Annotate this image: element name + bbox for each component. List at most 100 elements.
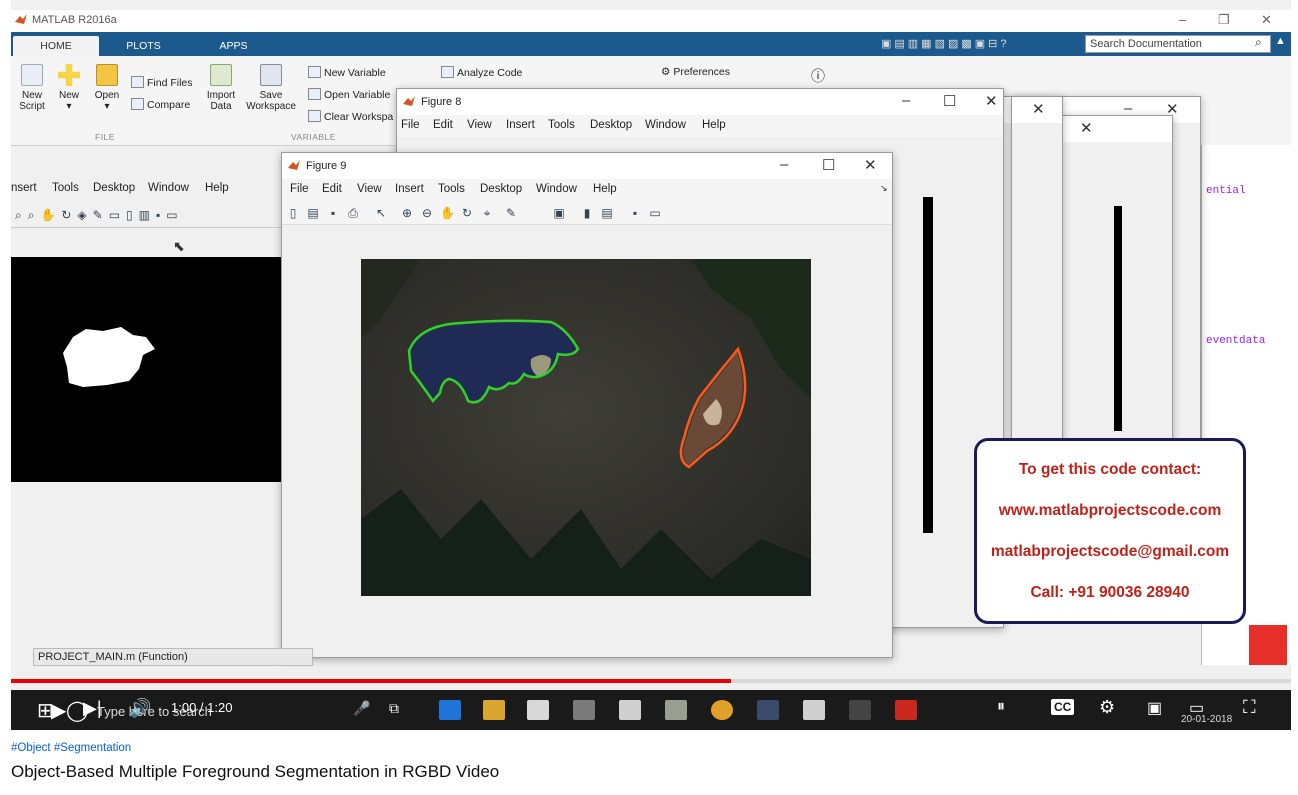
matlab-taskbar-icon[interactable] — [757, 700, 779, 720]
help-icon[interactable]: ⓘ — [811, 66, 825, 86]
import-data-button[interactable]: Import Data — [203, 64, 239, 112]
fullscreen-icon[interactable]: ⛶ — [1243, 697, 1256, 718]
open-button[interactable]: Open ▾ — [93, 64, 121, 112]
k7-icon[interactable] — [849, 700, 871, 720]
volume-icon[interactable]: 🔊 — [129, 698, 151, 719]
print-icon[interactable]: ⎙ — [346, 206, 360, 220]
minimize-icon[interactable]: – — [902, 92, 910, 109]
tab-home[interactable]: HOME — [13, 36, 99, 56]
task-view-icon[interactable]: ⧉ — [389, 700, 399, 717]
new-variable-button[interactable]: New Variable — [308, 66, 386, 79]
menu-view[interactable]: View — [357, 183, 382, 195]
maximize-icon[interactable]: ☐ — [822, 156, 835, 174]
app-icon[interactable] — [665, 700, 687, 720]
video-frame[interactable]: MATLAB R2016a – ❐ ✕ HOME PLOTS APPS ▣▤▥▦… — [11, 0, 1291, 730]
left-figure-toolbar[interactable]: ⌕⌕✋↻◈✎▭▯▥▪▭ — [11, 204, 291, 228]
restore-icon[interactable]: ❐ — [1218, 12, 1230, 28]
link-plot-icon[interactable]: ▣ — [552, 206, 566, 220]
colorbar-icon[interactable]: ▮ — [580, 206, 594, 220]
microphone-icon[interactable]: 🎤 — [353, 700, 370, 717]
search-documentation-input[interactable]: Search Documentation — [1085, 35, 1271, 53]
miniplayer-icon[interactable]: ▣ — [1147, 698, 1162, 718]
find-files-button[interactable]: Find Files — [131, 76, 193, 89]
open-folder-icon[interactable]: ▤ — [306, 206, 320, 220]
menu-edit[interactable]: Edit — [322, 183, 342, 195]
quick-access-toolbar[interactable]: ▣▤▥▦▧▨▩▣⊟? — [881, 37, 1009, 52]
new-script-button[interactable]: New Script — [16, 64, 48, 112]
dock-arrow-icon[interactable]: ↘ — [880, 183, 888, 194]
legend-icon[interactable]: ▤ — [600, 206, 614, 220]
close-icon[interactable]: ✕ — [1032, 100, 1045, 118]
show-plot-tools-icon[interactable]: ▭ — [648, 206, 662, 220]
tab-apps[interactable]: APPS — [201, 36, 266, 56]
clear-workspace-button[interactable]: Clear Workspa — [308, 110, 393, 123]
menu-help[interactable]: Help — [702, 119, 726, 131]
compare-button[interactable]: Compare — [131, 98, 190, 111]
pan-icon[interactable]: ✋ — [440, 206, 455, 220]
figure-window-left[interactable]: nsert Tools Desktop Window Help ⌕⌕✋↻◈✎▭▯… — [11, 152, 291, 572]
menu-insert[interactable]: nsert — [11, 182, 37, 194]
file-explorer-icon[interactable] — [483, 700, 505, 720]
new-button[interactable]: New ▾ — [55, 64, 83, 112]
menu-file[interactable]: File — [290, 183, 309, 195]
app-icon[interactable] — [573, 700, 595, 720]
menu-tools[interactable]: Tools — [548, 119, 575, 131]
subtitles-button[interactable]: CC — [1051, 699, 1075, 715]
play-icon[interactable]: ▶ — [51, 698, 66, 723]
collapse-ribbon-icon[interactable]: ▲ — [1275, 35, 1286, 47]
menu-window[interactable]: Window — [536, 183, 577, 195]
close-icon[interactable]: ✕ — [1080, 119, 1093, 137]
menu-window[interactable]: Window — [645, 119, 686, 131]
edge-icon[interactable] — [439, 700, 461, 720]
search-icon[interactable]: ⌕ — [1255, 35, 1262, 50]
minimize-icon[interactable]: – — [780, 156, 788, 173]
tab-plots[interactable]: PLOTS — [111, 36, 176, 56]
save-icon[interactable]: ▪ — [326, 206, 340, 220]
new-figure-icon[interactable]: ▯ — [286, 206, 300, 220]
figure8-menubar: File Edit View Insert Tools Desktop Wind… — [397, 115, 1003, 137]
menu-help[interactable]: Help — [205, 182, 229, 194]
gear-icon[interactable]: ⚙ — [1099, 697, 1115, 718]
zoom-in-icon[interactable]: ⊕ — [400, 206, 414, 220]
close-icon[interactable]: ✕ — [985, 92, 998, 110]
minimize-icon[interactable]: – — [1179, 12, 1186, 27]
maximize-icon[interactable]: ☐ — [943, 92, 956, 110]
menu-file[interactable]: File — [401, 119, 420, 131]
menu-insert[interactable]: Insert — [395, 183, 424, 195]
autoplay-toggle-icon[interactable]: ⏸ — [997, 698, 1005, 716]
contact-card: To get this code contact: www.matlabproj… — [974, 438, 1246, 624]
chrome-icon[interactable] — [711, 700, 733, 720]
menu-help[interactable]: Help — [593, 183, 617, 195]
open-variable-button[interactable]: Open Variable — [308, 88, 390, 101]
save-workspace-button[interactable]: Save Workspace — [243, 64, 299, 112]
menu-tools[interactable]: Tools — [52, 182, 79, 194]
menu-window[interactable]: Window — [148, 182, 189, 194]
menu-insert[interactable]: Insert — [506, 119, 535, 131]
close-icon[interactable]: ✕ — [864, 156, 877, 174]
pointer-icon[interactable]: ↖ — [374, 206, 388, 220]
menu-desktop[interactable]: Desktop — [590, 119, 632, 131]
notepad-icon[interactable] — [803, 700, 825, 720]
mask-shape — [63, 327, 155, 387]
menu-tools[interactable]: Tools — [438, 183, 465, 195]
figure9-window[interactable]: Figure 9 – ☐ ✕ File Edit View Insert Too… — [281, 152, 893, 658]
pdf-icon[interactable] — [895, 700, 917, 720]
close-icon[interactable]: ✕ — [1261, 12, 1272, 28]
rotate-icon[interactable]: ↻ — [460, 206, 474, 220]
menu-edit[interactable]: Edit — [433, 119, 453, 131]
chevron-down-icon: ▾ — [66, 101, 72, 112]
zoom-out-icon[interactable]: ⊖ — [420, 206, 434, 220]
data-cursor-icon[interactable]: ⌖ — [480, 206, 494, 220]
mail-icon[interactable] — [619, 700, 641, 720]
editor-status-tab[interactable]: PROJECT_MAIN.m (Function) — [33, 648, 313, 666]
analyze-code-button[interactable]: Analyze Code — [441, 66, 522, 79]
video-hashtags[interactable]: #Object #Segmentation — [11, 742, 131, 754]
store-icon[interactable] — [527, 700, 549, 720]
menu-desktop[interactable]: Desktop — [480, 183, 522, 195]
menu-view[interactable]: View — [467, 119, 492, 131]
preferences-button[interactable]: ⚙ Preferences — [661, 66, 730, 78]
hide-plot-tools-icon[interactable]: ▪ — [628, 206, 642, 220]
brush-icon[interactable]: ✎ — [504, 206, 518, 220]
progress-played[interactable] — [11, 679, 731, 683]
menu-desktop[interactable]: Desktop — [93, 182, 135, 194]
